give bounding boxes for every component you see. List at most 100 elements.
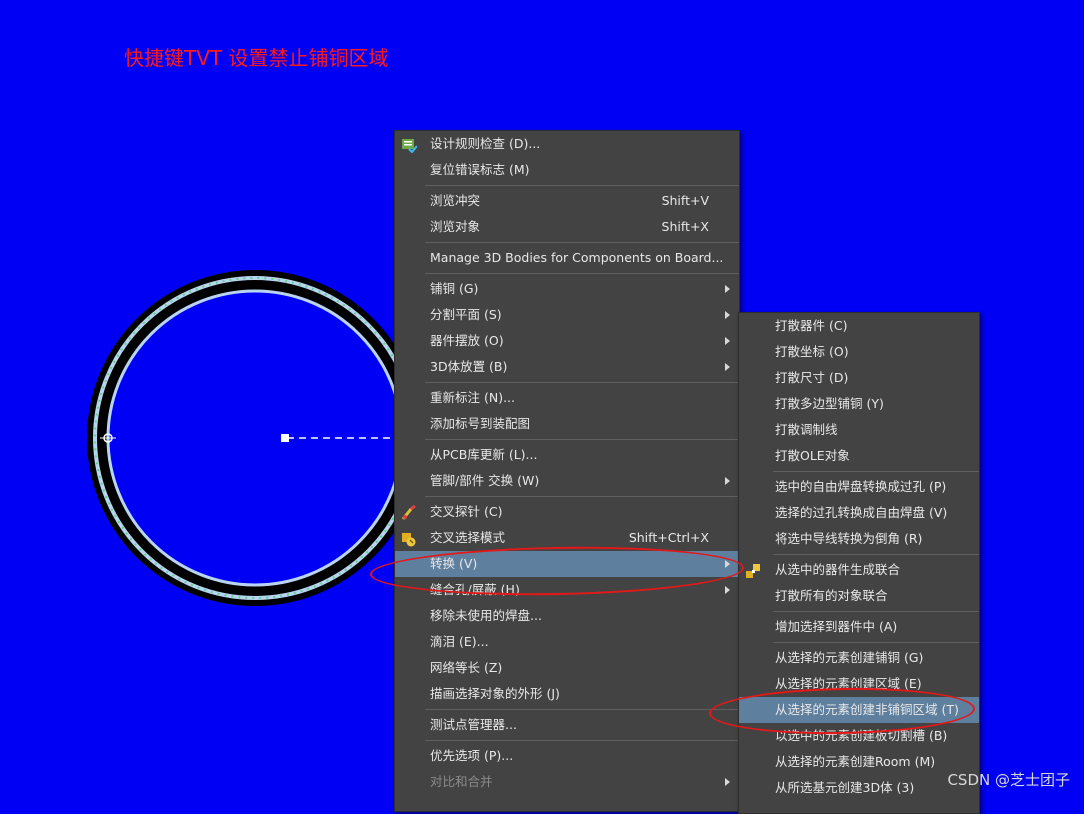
cross-select-icon	[401, 530, 417, 547]
sub_menu-item-label: 从选中的器件生成联合	[775, 562, 901, 577]
main_menu-item-label: 添加标号到装配图	[430, 416, 531, 431]
submenu-arrow-icon	[725, 778, 730, 786]
sub_menu-item[interactable]: 增加选择到器件中 (A)	[739, 614, 979, 640]
main_menu-item-label: 缝合孔/屏蔽 (H)	[430, 582, 520, 597]
main_menu-item[interactable]: 从PCB库更新 (L)...	[395, 442, 739, 468]
main_menu-item-label: Manage 3D Bodies for Components on Board…	[430, 250, 724, 265]
main_menu-item-label: 描画选择对象的外形 (J)	[430, 686, 560, 701]
main_menu-item[interactable]: 优先选项 (P)...	[395, 743, 739, 769]
sub_menu-item[interactable]: 从所选基元创建3D体 (3)	[739, 775, 979, 801]
keepout-ring-track	[93, 276, 417, 600]
main_menu-item[interactable]: 缝合孔/屏蔽 (H)	[395, 577, 739, 603]
sub_menu-item-label: 打散多边型铺铜 (Y)	[775, 396, 884, 411]
main_menu-item[interactable]: Manage 3D Bodies for Components on Board…	[395, 245, 739, 271]
submenu-arrow-icon	[725, 586, 730, 594]
main_menu-item-label: 复位错误标志 (M)	[430, 162, 530, 177]
main_menu-item[interactable]: 测试点管理器...	[395, 712, 739, 738]
sub_menu-item-label: 选择的过孔转换成自由焊盘 (V)	[775, 505, 948, 520]
main_menu-item-label: 铺铜 (G)	[430, 281, 479, 296]
sub_menu-item[interactable]: 从选择的元素创建Room (M)	[739, 749, 979, 775]
main_menu-item[interactable]: 浏览对象 Shift+X	[395, 214, 739, 240]
main_menu-item-label: 3D体放置 (B)	[430, 359, 508, 374]
sub_menu-item-label: 打散调制线	[775, 422, 838, 437]
sub_menu-item-label: 打散器件 (C)	[775, 318, 848, 333]
sub_menu-item[interactable]: 将选中导线转换为倒角 (R)	[739, 526, 979, 552]
sub_menu-item[interactable]: 从选择的元素创建非铺铜区域 (T)	[739, 697, 979, 723]
main_menu-item-label: 重新标注 (N)...	[430, 390, 515, 405]
submenu-arrow-icon	[725, 560, 730, 568]
main_menu-item[interactable]: 添加标号到装配图	[395, 411, 739, 437]
sub_menu-item-label: 打散坐标 (O)	[775, 344, 849, 359]
sub_menu-item-label: 打散所有的对象联合	[775, 588, 888, 603]
main_menu-item[interactable]: 网络等长 (Z)	[395, 655, 739, 681]
main_menu-item[interactable]: 复位错误标志 (M)	[395, 157, 739, 183]
menu-separator	[773, 554, 979, 555]
main_menu-item[interactable]: 器件摆放 (O)	[395, 328, 739, 354]
sub_menu-item-label: 将选中导线转换为倒角 (R)	[775, 531, 923, 546]
main_menu-item-label: 分割平面 (S)	[430, 307, 502, 322]
menu-separator	[425, 439, 739, 440]
main_menu-item-label: 对比和合并	[430, 774, 493, 789]
sub_menu-item[interactable]: 打散尺寸 (D)	[739, 365, 979, 391]
sub_menu-item[interactable]: 从选中的器件生成联合	[739, 557, 979, 583]
main_menu-item-label: 管脚/部件 交换 (W)	[430, 473, 540, 488]
main_menu-item[interactable]: 浏览冲突 Shift+V	[395, 188, 739, 214]
main_menu-item-label: 滴泪 (E)...	[430, 634, 489, 649]
submenu-arrow-icon	[725, 311, 730, 319]
main_menu-item[interactable]: 转换 (V)	[395, 551, 739, 577]
menu-separator	[425, 709, 739, 710]
menu-separator	[425, 273, 739, 274]
sub_menu-item[interactable]: 以选中的元素创建板切割槽 (B)	[739, 723, 979, 749]
main_menu-item-label: 设计规则检查 (D)...	[430, 136, 541, 151]
main_menu-item-shortcut: Shift+V	[661, 193, 709, 208]
sub_menu-item-label: 从选择的元素创建Room (M)	[775, 754, 936, 769]
sub_menu-item[interactable]: 选择的过孔转换成自由焊盘 (V)	[739, 500, 979, 526]
sub_menu-item[interactable]: 打散坐标 (O)	[739, 339, 979, 365]
keepout-ring-track-inner	[106, 289, 404, 587]
sub_menu-item-label: 打散尺寸 (D)	[775, 370, 849, 385]
sub_menu-item[interactable]: 从选择的元素创建铺铜 (G)	[739, 645, 979, 671]
main_menu-item[interactable]: 移除未使用的焊盘...	[395, 603, 739, 629]
main_menu-item-label: 交叉选择模式	[430, 530, 506, 545]
main_menu-item-label: 浏览对象	[430, 219, 481, 234]
sub_menu-item-label: 选中的自由焊盘转换成过孔 (P)	[775, 479, 947, 494]
main_menu-item-label: 浏览冲突	[430, 193, 481, 208]
submenu-arrow-icon	[725, 477, 730, 485]
main_menu-item-label: 转换 (V)	[430, 556, 478, 571]
main_menu-item[interactable]: 重新标注 (N)...	[395, 385, 739, 411]
main_menu-item: 对比和合并	[395, 769, 739, 795]
main_menu-item[interactable]: 分割平面 (S)	[395, 302, 739, 328]
sub_menu-item[interactable]: 打散所有的对象联合	[739, 583, 979, 609]
main_menu-item[interactable]: 描画选择对象的外形 (J)	[395, 681, 739, 707]
main_menu-item[interactable]: 3D体放置 (B)	[395, 354, 739, 380]
menu-separator	[773, 642, 979, 643]
main_menu-item-label: 测试点管理器...	[430, 717, 517, 732]
main_menu-item-shortcut: Shift+Ctrl+X	[628, 530, 709, 545]
cross-probe-icon	[401, 504, 417, 520]
main_menu-item[interactable]: 管脚/部件 交换 (W)	[395, 468, 739, 494]
sub_menu-item[interactable]: 打散器件 (C)	[739, 313, 979, 339]
menu-separator	[425, 185, 739, 186]
sub_menu-item-label: 从选择的元素创建区域 (E)	[775, 676, 922, 691]
sub_menu-item[interactable]: 选中的自由焊盘转换成过孔 (P)	[739, 474, 979, 500]
sub_menu-item[interactable]: 打散OLE对象	[739, 443, 979, 469]
convert-submenu: 打散器件 (C) 打散坐标 (O) 打散尺寸 (D) 打散多边型铺铜 (Y) 打散调制线…	[738, 312, 980, 814]
submenu-arrow-icon	[725, 285, 730, 293]
main_menu-item[interactable]: 交叉探针 (C)	[395, 499, 739, 525]
main_menu-item[interactable]: 交叉选择模式 Shift+Ctrl+X	[395, 525, 739, 551]
main_menu-item-label: 网络等长 (Z)	[430, 660, 503, 675]
main_menu-item[interactable]: 设计规则检查 (D)...	[395, 131, 739, 157]
watermark: CSDN @芝士团子	[947, 771, 1070, 789]
sub_menu-item[interactable]: 打散多边型铺铜 (Y)	[739, 391, 979, 417]
main_menu-item[interactable]: 滴泪 (E)...	[395, 629, 739, 655]
main_menu-item-label: 优先选项 (P)...	[430, 748, 514, 763]
main_menu-item-label: 移除未使用的焊盘...	[430, 608, 542, 623]
submenu-arrow-icon	[725, 337, 730, 345]
menu-separator	[425, 496, 739, 497]
sub_menu-item[interactable]: 打散调制线	[739, 417, 979, 443]
sub_menu-item-label: 从所选基元创建3D体 (3)	[775, 780, 915, 795]
menu-separator	[425, 740, 739, 741]
sub_menu-item[interactable]: 从选择的元素创建区域 (E)	[739, 671, 979, 697]
menu-separator	[425, 242, 739, 243]
main_menu-item[interactable]: 铺铜 (G)	[395, 276, 739, 302]
